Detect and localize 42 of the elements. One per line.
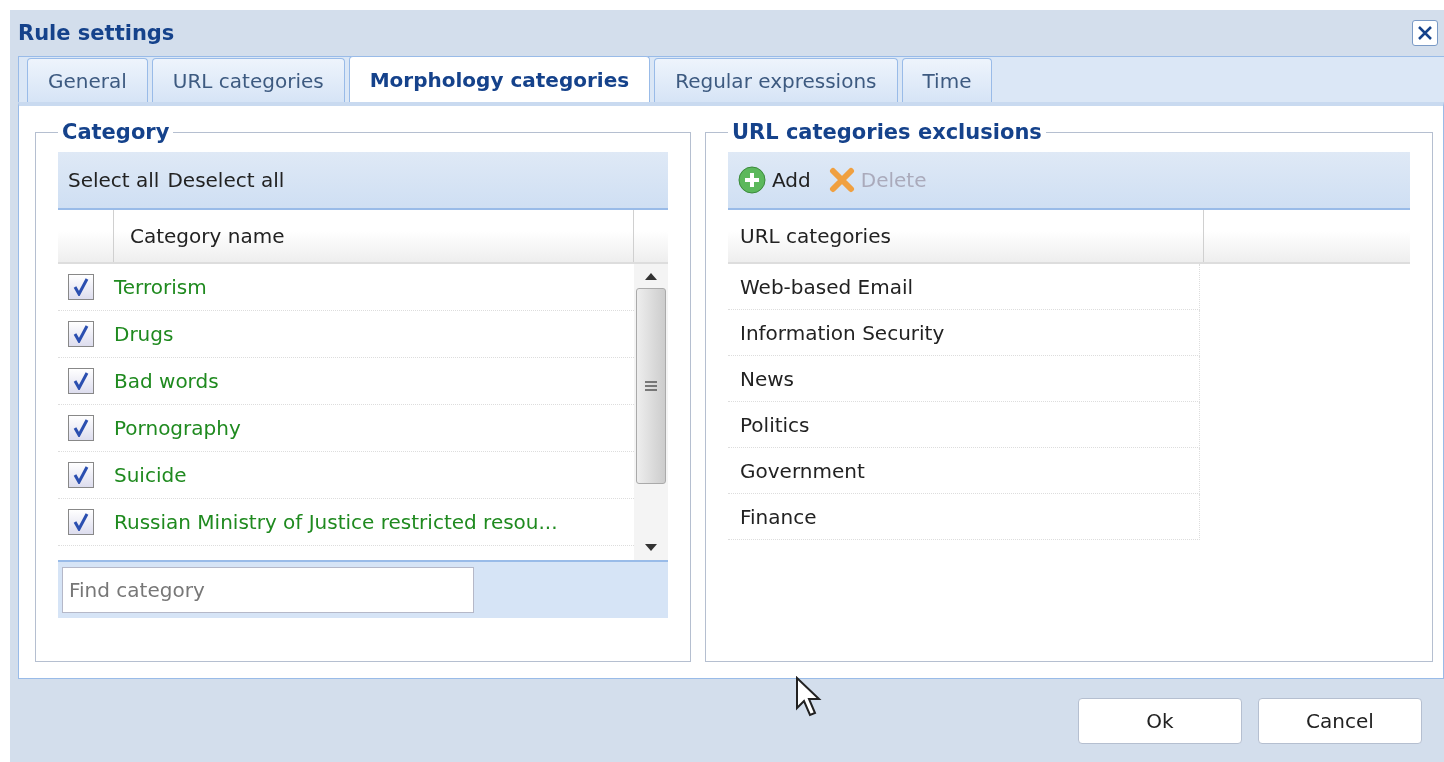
- window-title: Rule settings: [18, 21, 175, 45]
- tab[interactable]: Regular expressions: [654, 58, 898, 102]
- down-arrow-icon[interactable]: [644, 544, 658, 552]
- category-name: Bad words: [114, 369, 219, 393]
- add-button[interactable]: Add: [738, 166, 811, 194]
- tab[interactable]: General: [27, 58, 148, 102]
- toolbar-link[interactable]: Deselect all: [167, 168, 285, 192]
- search-field[interactable]: Find category: [62, 567, 474, 613]
- group-title: URL categories exclusions: [731, 120, 1043, 144]
- table-cell: Government: [728, 448, 1200, 494]
- close-icon: [1417, 25, 1433, 41]
- category-name: Suicide: [114, 463, 187, 487]
- checkbox[interactable]: [68, 368, 94, 394]
- up-arrow-icon[interactable]: [644, 272, 658, 280]
- table-cell: News: [728, 356, 1200, 402]
- grip-icon: [645, 380, 657, 392]
- checkbox[interactable]: [68, 415, 94, 441]
- category-name: Terrorism: [114, 275, 207, 299]
- x-icon: [828, 167, 855, 193]
- tab[interactable]: Time: [901, 58, 993, 102]
- table-cell: Politics: [728, 402, 1200, 448]
- ok-button[interactable]: Ok: [1078, 697, 1242, 744]
- table-cell: Web-based Email: [728, 264, 1200, 310]
- category-name: Pornography: [114, 416, 241, 440]
- column-header[interactable]: Category name: [114, 210, 634, 262]
- table-cell: Information Security: [728, 310, 1200, 356]
- close-button[interactable]: [1412, 20, 1438, 46]
- checkbox[interactable]: [68, 509, 94, 535]
- tab[interactable]: URL categories: [151, 58, 345, 102]
- scrollbar[interactable]: [634, 264, 668, 560]
- group-title: Category: [61, 120, 171, 144]
- toolbar-link[interactable]: Select all: [68, 168, 160, 192]
- plus-circle-icon: [738, 166, 766, 194]
- category-name: Russian Ministry of Justice restricted resou...: [114, 510, 558, 534]
- checkbox[interactable]: [68, 274, 94, 300]
- checkbox[interactable]: [68, 321, 94, 347]
- table-cell: Finance: [728, 494, 1200, 540]
- checkbox[interactable]: [68, 462, 94, 488]
- column-header[interactable]: URL categories: [728, 210, 1204, 262]
- tab[interactable]: Morphology categories: [348, 56, 651, 102]
- category-name: Drugs: [114, 322, 174, 346]
- cancel-button[interactable]: Cancel: [1258, 697, 1422, 744]
